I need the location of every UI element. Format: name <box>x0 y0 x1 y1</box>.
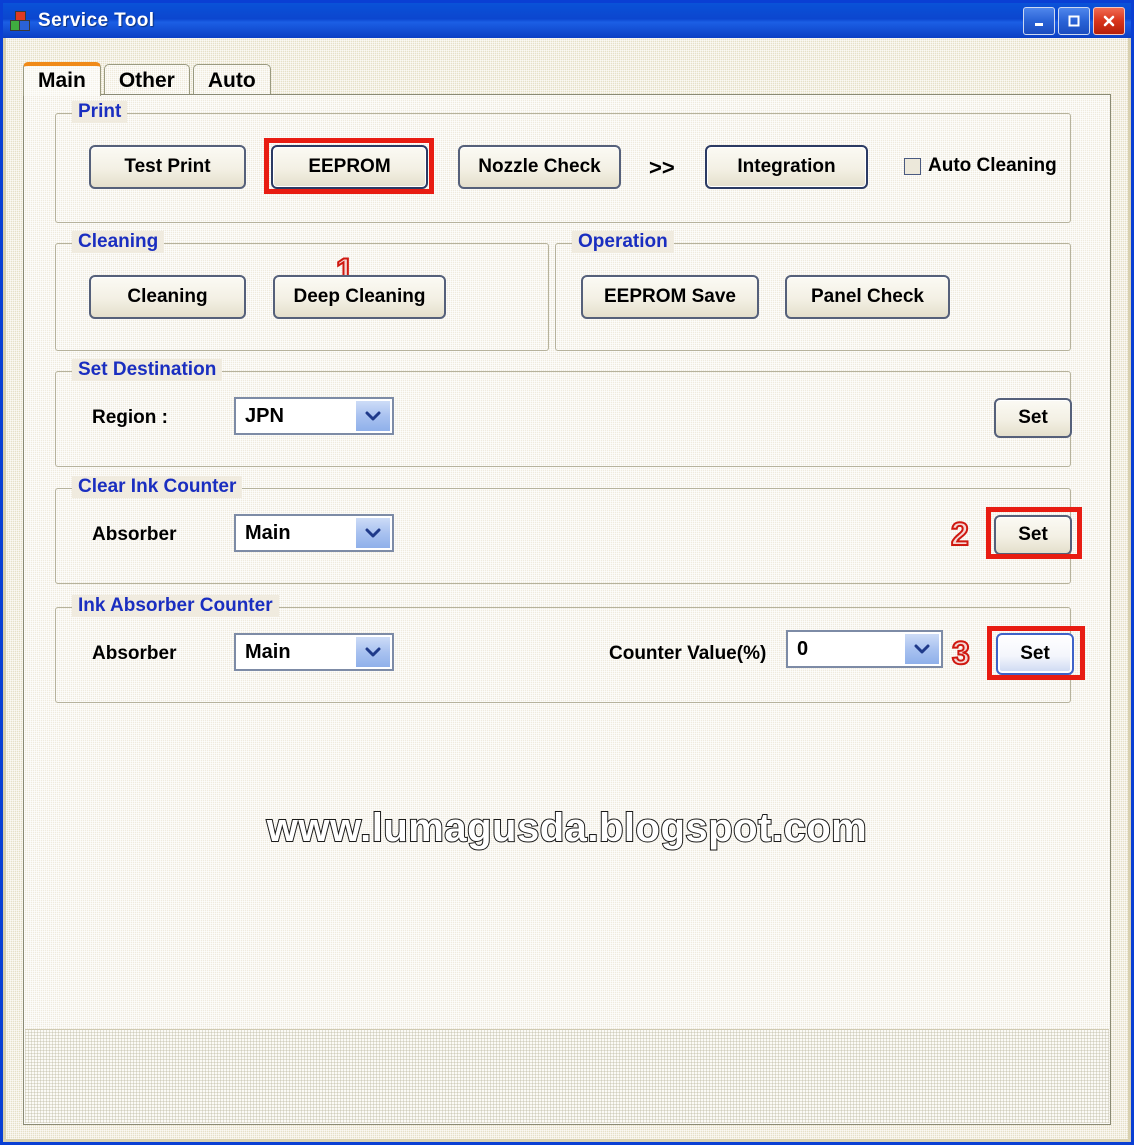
integration-label: Integration <box>737 156 836 177</box>
ink-absorber-value: Main <box>245 640 291 663</box>
integration-button[interactable]: Integration <box>705 145 868 189</box>
counter-value-label: Counter Value(%) <box>609 643 767 664</box>
test-print-button[interactable]: Test Print <box>89 145 246 189</box>
watermark-text: www.lumagusda.blogspot.com <box>266 805 868 851</box>
panel-check-label: Panel Check <box>811 286 924 307</box>
highlight-clear-ink-set <box>986 507 1082 559</box>
group-print-label: Print <box>72 101 128 123</box>
close-icon[interactable] <box>1093 6 1125 35</box>
group-set-destination: Set Destination Region : JPN Set <box>55 359 1072 467</box>
region-field-label: Region : <box>92 407 168 428</box>
group-operation-label: Operation <box>572 231 674 253</box>
service-tool-window: Service Tool Main Other Auto Print Test … <box>0 0 1134 1145</box>
tab-auto[interactable]: Auto <box>192 64 271 96</box>
clear-ink-absorber-value: Main <box>245 521 291 544</box>
status-panel <box>25 1029 1109 1123</box>
highlight-ink-absorber-set <box>987 626 1085 680</box>
region-select-value: JPN <box>245 404 284 427</box>
cleaning-button-label: Cleaning <box>127 286 208 307</box>
counter-value-select-value: 0 <box>797 637 809 660</box>
ink-absorber-select[interactable]: Main <box>234 633 394 671</box>
tab-page-main: Print Test Print EEPROM Nozzle Check >> … <box>23 94 1111 1125</box>
panel-check-button[interactable]: Panel Check <box>785 275 950 319</box>
nozzle-check-label: Nozzle Check <box>478 156 601 177</box>
window-title: Service Tool <box>38 9 155 31</box>
cleaning-button[interactable]: Cleaning <box>89 275 246 319</box>
clear-ink-absorber-label: Absorber <box>92 524 177 545</box>
deep-cleaning-button-label: Deep Cleaning <box>293 286 426 307</box>
chevron-down-icon[interactable] <box>356 401 390 431</box>
group-ink-absorber-counter-label: Ink Absorber Counter <box>72 595 279 617</box>
chevron-down-icon[interactable] <box>905 634 939 664</box>
test-print-label: Test Print <box>124 156 211 177</box>
tab-main[interactable]: Main <box>23 62 101 96</box>
minimize-icon[interactable] <box>1023 6 1055 35</box>
group-set-destination-label: Set Destination <box>72 359 223 381</box>
chevron-down-icon[interactable] <box>356 637 390 667</box>
tab-main-label: Main <box>38 69 86 92</box>
app-blocks-icon <box>10 10 30 31</box>
annotation-number-3: 3 <box>951 635 971 671</box>
group-print: Print Test Print EEPROM Nozzle Check >> … <box>55 101 1071 223</box>
title-bar[interactable]: Service Tool <box>3 3 1131 38</box>
chevron-down-icon[interactable] <box>356 518 390 548</box>
eeprom-save-label: EEPROM Save <box>604 286 736 307</box>
tab-auto-label: Auto <box>207 68 256 92</box>
deep-cleaning-button[interactable]: Deep Cleaning <box>273 275 446 319</box>
eeprom-save-button[interactable]: EEPROM Save <box>581 275 759 319</box>
group-clear-ink-counter-label: Clear Ink Counter <box>72 476 243 498</box>
maximize-icon[interactable] <box>1058 6 1090 35</box>
group-cleaning: Cleaning Cleaning Deep Cleaning <box>55 231 549 351</box>
group-operation: Operation EEPROM Save Panel Check <box>555 231 1071 351</box>
region-select[interactable]: JPN <box>234 397 394 435</box>
highlight-eeprom <box>264 138 434 194</box>
tab-strip: Main Other Auto <box>23 62 274 96</box>
auto-cleaning-label: Auto Cleaning <box>928 155 1057 176</box>
tab-other[interactable]: Other <box>103 64 190 96</box>
annotation-number-2: 2 <box>950 516 970 552</box>
group-ink-absorber-counter: Ink Absorber Counter Absorber Main Count… <box>55 595 1074 703</box>
set-destination-set-label: Set <box>1018 407 1048 428</box>
auto-cleaning-checkbox[interactable]: Auto Cleaning <box>904 155 1057 177</box>
chevron-right-separator: >> <box>649 155 675 180</box>
ink-absorber-label: Absorber <box>92 643 177 664</box>
auto-cleaning-checkbox-box[interactable] <box>904 157 921 175</box>
nozzle-check-button[interactable]: Nozzle Check <box>458 145 621 189</box>
client-area: Main Other Auto Print Test Print EEPROM <box>6 38 1128 1139</box>
group-cleaning-label: Cleaning <box>72 231 165 253</box>
tab-other-label: Other <box>118 68 175 92</box>
group-clear-ink-counter: Clear Ink Counter Absorber Main Set <box>55 476 1072 584</box>
set-destination-set-button[interactable]: Set <box>994 398 1072 438</box>
window-controls <box>1023 6 1125 35</box>
counter-value-select[interactable]: 0 <box>786 630 943 668</box>
clear-ink-absorber-select[interactable]: Main <box>234 514 394 552</box>
